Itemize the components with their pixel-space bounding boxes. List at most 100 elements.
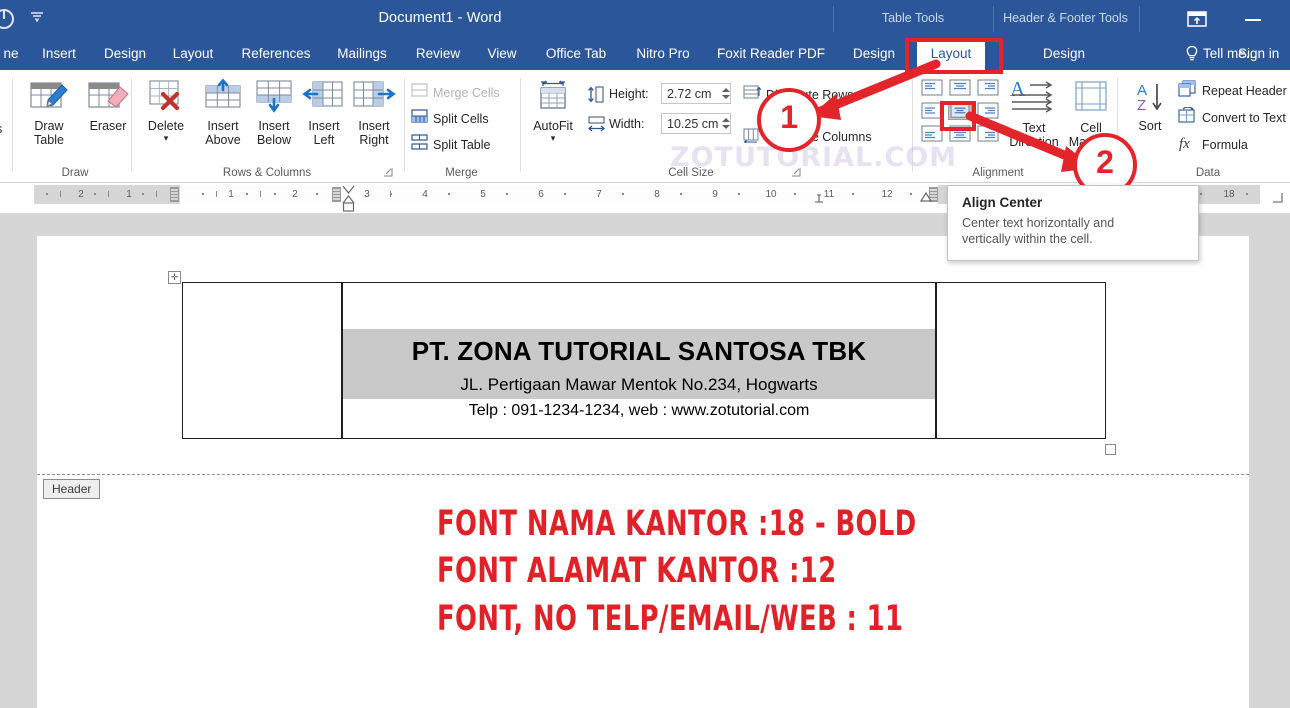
align-bottom-right-button[interactable] <box>976 124 1000 143</box>
sort-az-icon: A Z <box>1126 80 1174 119</box>
tab-insert[interactable]: Insert <box>33 38 85 70</box>
ruler-label-6: 6 <box>538 189 544 200</box>
eraser-button[interactable]: Eraser <box>79 78 137 133</box>
autofit-label: AutoFit <box>533 119 573 133</box>
rows-columns-dialog-launcher[interactable] <box>383 167 394 178</box>
ruler-first-line-indent[interactable] <box>919 189 933 207</box>
draw-table-label-1: Draw <box>34 119 64 133</box>
insert-right-label-1: Insert <box>358 119 390 133</box>
site-watermark: ZOTUTORIAL.COM <box>670 142 958 173</box>
header-cell-right[interactable] <box>936 282 1106 439</box>
context-tab-group-header-footer-tools: Header & Footer Tools <box>993 0 1138 38</box>
ruler-label-4: 4 <box>422 189 428 200</box>
tab-layout[interactable]: Layout <box>164 38 222 70</box>
insert-below-button[interactable]: Insert Below <box>247 78 301 147</box>
distribute-rows-icon <box>743 84 762 106</box>
formula-button[interactable]: fx Formula <box>1178 134 1248 156</box>
tab-view[interactable]: View <box>478 38 526 70</box>
tooltip-body-line-1: Center text horizontally and <box>962 216 1115 230</box>
align-center-right-button[interactable] <box>976 101 1000 120</box>
delete-button[interactable]: Delete ▾ <box>138 78 194 143</box>
tab-header-footer-design[interactable]: Design <box>1033 38 1095 70</box>
text-direction-label-2: Direction <box>1009 135 1059 149</box>
ruler-label-7: 7 <box>596 189 602 200</box>
tab-review[interactable]: Review <box>406 38 470 70</box>
align-top-center-button[interactable] <box>948 78 972 97</box>
width-label: Width: <box>609 117 645 131</box>
ruler-label-11: 11 <box>823 189 835 200</box>
eraser-icon <box>79 78 137 119</box>
align-top-left-button[interactable] <box>920 78 944 97</box>
context-label-header-footer-tools: Header & Footer Tools <box>1003 11 1128 25</box>
ribbon-group-merge: Merge Cells Split Cells Split Table Merg… <box>405 70 518 182</box>
tab-foxit-reader-pdf[interactable]: Foxit Reader PDF <box>708 38 834 70</box>
autofit-button[interactable]: AutoFit ▾ <box>527 78 579 143</box>
repeat-header-rows-button[interactable]: Repeat Header Rows <box>1178 80 1290 102</box>
sort-button[interactable]: A Z Sort <box>1126 80 1174 133</box>
group-label-merge: Merge <box>445 167 478 179</box>
tab-nitro-pro[interactable]: Nitro Pro <box>624 38 702 70</box>
table-resize-handle[interactable] <box>1105 444 1116 455</box>
tab-table-tools-design[interactable]: Design <box>843 38 905 70</box>
draw-table-icon <box>23 78 75 119</box>
ribbon-display-options-icon[interactable] <box>1186 10 1214 30</box>
draw-table-button[interactable]: Draw Table <box>23 78 75 147</box>
insert-left-button[interactable]: Insert Left <box>298 78 350 147</box>
ruler-label-18: 18 <box>1223 189 1235 200</box>
ruler-tab-stop[interactable] <box>814 191 824 209</box>
split-table-icon <box>411 134 428 155</box>
table-move-handle[interactable]: ✛ <box>168 271 181 284</box>
convert-to-text-button[interactable]: Convert to Text <box>1178 106 1286 129</box>
tooltip-title: Align Center <box>962 195 1043 210</box>
tab-design[interactable]: Design <box>96 38 154 70</box>
height-spinner[interactable] <box>719 83 732 104</box>
repeat-header-rows-label: Repeat Header Rows <box>1202 84 1290 98</box>
text-direction-button[interactable]: A Text Direction <box>1003 77 1065 149</box>
width-spinner[interactable] <box>719 113 732 134</box>
repeat-header-icon <box>1178 80 1197 102</box>
sign-in-button[interactable]: Sign in <box>1238 38 1279 70</box>
tab-mailings[interactable]: Mailings <box>327 38 397 70</box>
autofit-dropdown-arrow[interactable]: ▾ <box>527 133 579 143</box>
header-cell-center[interactable]: PT. ZONA TUTORIAL SANTOSA TBK JL. Pertig… <box>342 282 936 439</box>
tooltip-body-line-2: vertically within the cell. <box>962 232 1093 246</box>
annotation-line-2: FONT ALAMAT KANTOR :12 <box>437 551 837 591</box>
ruler-label-3: 3 <box>364 189 370 200</box>
insert-column-right-icon <box>347 78 401 119</box>
organization-name: PT. ZONA TUTORIAL SANTOSA TBK <box>411 336 867 366</box>
header-section-tag[interactable]: Header <box>43 479 101 499</box>
merge-cells-button[interactable]: Merge Cells <box>411 82 500 103</box>
insert-above-button[interactable]: Insert Above <box>196 78 250 147</box>
properties-label-partial: s <box>0 122 2 136</box>
ruler-column-marker[interactable] <box>332 187 341 202</box>
ruler-label-5: 5 <box>480 189 486 200</box>
convert-to-text-label: Convert to Text <box>1202 111 1286 125</box>
formula-fx-icon: fx <box>1178 134 1197 156</box>
tab-office-tab[interactable]: Office Tab <box>534 38 618 70</box>
cell-margins-icon <box>1065 78 1117 121</box>
formula-label: Formula <box>1202 138 1248 152</box>
insert-row-below-icon <box>247 78 301 119</box>
ruler-label-10: 10 <box>765 189 777 200</box>
header-boundary-line <box>37 474 1249 475</box>
tab-references[interactable]: References <box>230 38 322 70</box>
align-top-right-button[interactable] <box>976 78 1000 97</box>
insert-right-button[interactable]: Insert Right <box>347 78 401 147</box>
title-bar: Document1 - Word Table Tools Header & Fo… <box>0 0 1290 38</box>
align-center-tooltip: Align Center Center text horizontally an… <box>947 185 1199 261</box>
highlight-box-align-center <box>940 101 976 131</box>
minimize-icon[interactable] <box>1245 19 1261 21</box>
tab-home[interactable]: ne <box>0 38 36 70</box>
ruler-indent-markers[interactable] <box>342 185 355 212</box>
split-cells-label: Split Cells <box>433 111 489 126</box>
text-direction-icon: A <box>1003 77 1065 121</box>
document-page[interactable]: ✛ PT. ZONA TUTORIAL SANTOSA TBK JL. Pert… <box>37 236 1249 708</box>
delete-label: Delete <box>147 119 185 133</box>
header-cell-left[interactable] <box>182 282 342 439</box>
split-cells-button[interactable]: Split Cells <box>411 108 489 129</box>
ribbon-tab-strip: ne Insert Design Layout References Maili… <box>0 38 1290 70</box>
ruler-left-margin-marker[interactable] <box>170 187 179 202</box>
split-cells-icon <box>411 108 428 129</box>
delete-dropdown-arrow[interactable]: ▾ <box>138 133 194 143</box>
split-table-button[interactable]: Split Table <box>411 134 490 155</box>
